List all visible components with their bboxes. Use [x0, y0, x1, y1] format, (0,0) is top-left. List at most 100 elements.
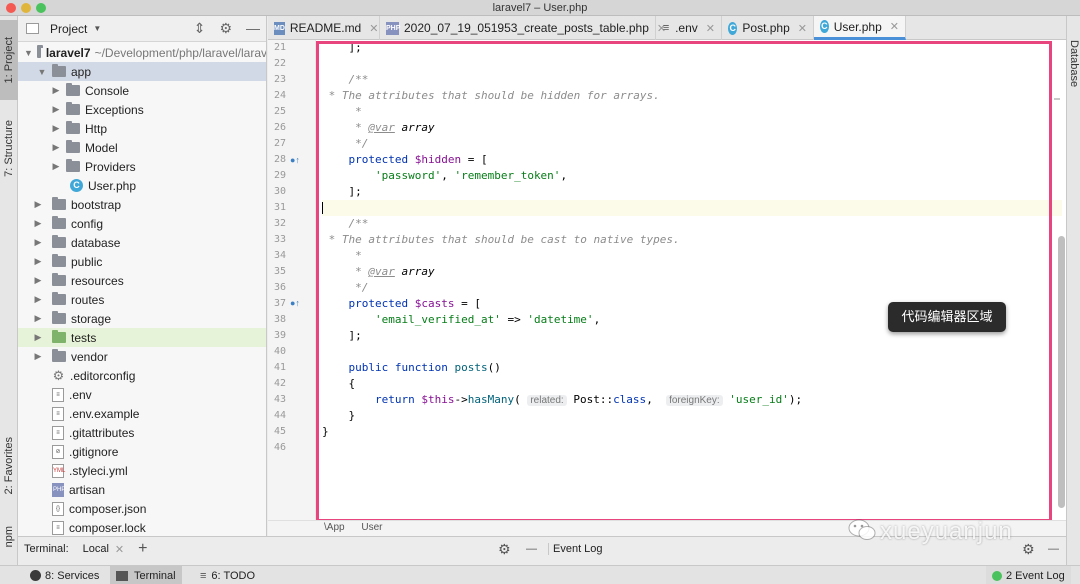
- chevron-down-icon[interactable]: ▼: [93, 24, 101, 33]
- line-number: 22: [273, 58, 286, 69]
- code-line: return $this->hasMany( related: Post::cl…: [374, 393, 803, 406]
- tree-item-vendor[interactable]: ▶ vendor: [18, 347, 266, 366]
- tree-item-storage[interactable]: ▶ storage: [18, 309, 266, 328]
- tree-item-app[interactable]: ▼ app: [18, 62, 266, 81]
- tab-readme[interactable]: MD README.md ✕: [268, 16, 380, 40]
- window-title: laravel7 – User.php: [492, 2, 588, 14]
- hide-panel-icon[interactable]: —: [1048, 543, 1059, 555]
- tool-tab-database[interactable]: Database: [1068, 40, 1080, 87]
- code-line: * The attributes that should be cast to …: [322, 233, 680, 246]
- tree-item-exceptions[interactable]: ▶ Exceptions: [18, 100, 266, 119]
- event-log-title: Event Log: [548, 543, 603, 555]
- tree-item-routes[interactable]: ▶ routes: [18, 290, 266, 309]
- collapse-arrow-icon[interactable]: ▶: [32, 294, 44, 305]
- tool-tab-npm[interactable]: npm: [0, 514, 18, 559]
- breadcrumb-namespace[interactable]: \App: [324, 522, 345, 533]
- php-file-icon: PHP: [52, 482, 65, 497]
- project-view-selector[interactable]: Project: [50, 22, 87, 36]
- tree-item-public[interactable]: ▶ public: [18, 252, 266, 271]
- tool-tab-favorites[interactable]: 2: Favorites: [0, 426, 18, 506]
- tree-item-gitattributes[interactable]: ≡ .gitattributes: [18, 423, 266, 442]
- config-file-icon: ⚙: [52, 368, 65, 383]
- tree-item-env-example[interactable]: ≡ .env.example: [18, 404, 266, 423]
- close-tab-icon[interactable]: ✕: [706, 22, 715, 35]
- add-terminal-icon[interactable]: +: [138, 540, 147, 558]
- tree-item-composer-json[interactable]: {} composer.json: [18, 499, 266, 518]
- collapse-arrow-icon[interactable]: ▶: [32, 313, 44, 324]
- gear-icon[interactable]: ⚙: [498, 541, 511, 558]
- collapse-arrow-icon[interactable]: ▶: [50, 123, 62, 134]
- override-marker-icon[interactable]: ●↑: [290, 155, 300, 165]
- tree-item-env[interactable]: ≡ .env: [18, 385, 266, 404]
- tree-item-gitignore[interactable]: ⊘ .gitignore: [18, 442, 266, 461]
- tree-item-styleci[interactable]: YML .styleci.yml: [18, 461, 266, 480]
- tab-user-php[interactable]: C User.php ✕: [814, 16, 906, 40]
- tree-item-bootstrap[interactable]: ▶ bootstrap: [18, 195, 266, 214]
- tool-tab-structure[interactable]: 7: Structure: [0, 108, 18, 188]
- tree-item-console[interactable]: ▶ Console: [18, 81, 266, 100]
- collapse-arrow-icon[interactable]: ▶: [32, 332, 44, 343]
- collapse-arrow-icon[interactable]: ▶: [32, 237, 44, 248]
- tab-create-posts-migration[interactable]: PHP 2020_07_19_051953_create_posts_table…: [380, 16, 666, 40]
- gear-icon[interactable]: ⚙: [219, 20, 232, 37]
- tree-item-tests[interactable]: ▶ tests: [18, 328, 266, 347]
- tree-item-composer-lock[interactable]: ≡ composer.lock: [18, 518, 266, 536]
- tab-post-php[interactable]: C Post.php ✕: [722, 16, 814, 40]
- collapse-arrow-icon[interactable]: ▶: [32, 351, 44, 362]
- tab-env[interactable]: ≡ .env ✕: [656, 16, 722, 40]
- code-editor[interactable]: 21 22 23 24 25 26 27 28 29 30 31 32 33 34 35 36 37 38 39 40…: [268, 40, 1066, 522]
- editor-scrollbar[interactable]: [1058, 236, 1065, 508]
- event-log-tool-button[interactable]: 2 Event Log: [986, 566, 1071, 584]
- tree-root[interactable]: ▼ laravel7 ~/Development/php/laravel/lar…: [18, 43, 266, 62]
- collapse-arrow-icon[interactable]: ▶: [50, 85, 62, 96]
- code-line: */: [322, 281, 369, 294]
- minimize-window-button[interactable]: [21, 3, 31, 13]
- close-tab-icon[interactable]: ✕: [369, 22, 378, 35]
- collapse-arrow-icon[interactable]: ▶: [50, 161, 62, 172]
- terminal-tab-local[interactable]: Local ✕: [83, 543, 125, 556]
- text-file-icon: ≡: [52, 425, 64, 440]
- gear-icon[interactable]: ⚙: [1022, 541, 1035, 558]
- tree-item-artisan[interactable]: PHP artisan: [18, 480, 266, 499]
- zoom-window-button[interactable]: [36, 3, 46, 13]
- tree-item-config[interactable]: ▶ config: [18, 214, 266, 233]
- close-tab-icon[interactable]: ✕: [890, 20, 899, 33]
- services-tool-button[interactable]: 8: Services: [24, 566, 105, 584]
- collapse-arrow-icon[interactable]: ▶: [32, 275, 44, 286]
- tree-item-database[interactable]: ▶ database: [18, 233, 266, 252]
- collapse-arrow-icon[interactable]: ▶: [32, 218, 44, 229]
- terminal-tool-button[interactable]: Terminal: [110, 566, 182, 584]
- override-marker-icon[interactable]: ●↑: [290, 298, 300, 308]
- collapse-arrow-icon[interactable]: ▶: [50, 104, 62, 115]
- breadcrumb-class[interactable]: User: [361, 522, 382, 533]
- close-tab-icon[interactable]: ✕: [798, 22, 807, 35]
- hide-panel-icon[interactable]: —: [526, 543, 537, 555]
- collapse-arrow-icon[interactable]: ▶: [50, 142, 62, 153]
- parameter-hint: foreignKey:: [666, 395, 723, 406]
- line-number: 24: [273, 90, 286, 101]
- line-number: 46: [273, 442, 286, 453]
- hide-panel-icon[interactable]: —: [246, 20, 260, 37]
- code-line: }: [322, 409, 356, 422]
- ide-window: laravel7 – User.php 1: Project 7: Struct…: [0, 0, 1080, 584]
- tree-item-resources[interactable]: ▶ resources: [18, 271, 266, 290]
- text-caret: [322, 202, 323, 214]
- tree-item-http[interactable]: ▶ Http: [18, 119, 266, 138]
- expand-arrow-icon[interactable]: ▼: [24, 48, 33, 58]
- close-window-button[interactable]: [6, 3, 16, 13]
- close-tab-icon[interactable]: ✕: [115, 543, 124, 556]
- expand-arrow-icon[interactable]: ▼: [36, 67, 48, 77]
- collapse-arrow-icon[interactable]: ▶: [32, 256, 44, 267]
- line-number: 38: [273, 314, 286, 325]
- line-number: 33: [273, 234, 286, 245]
- collapse-all-icon[interactable]: ⇕: [194, 20, 206, 37]
- tree-item-model[interactable]: ▶ Model: [18, 138, 266, 157]
- collapse-arrow-icon[interactable]: ▶: [32, 199, 44, 210]
- tree-item-providers[interactable]: ▶ Providers: [18, 157, 266, 176]
- todo-tool-button[interactable]: ≡ 6: TODO: [194, 566, 261, 584]
- tree-item-editorconfig[interactable]: ⚙ .editorconfig: [18, 366, 266, 385]
- line-number: 25: [273, 106, 286, 117]
- tree-item-user-php[interactable]: C User.php: [18, 176, 266, 195]
- tool-tab-project[interactable]: 1: Project: [0, 20, 18, 100]
